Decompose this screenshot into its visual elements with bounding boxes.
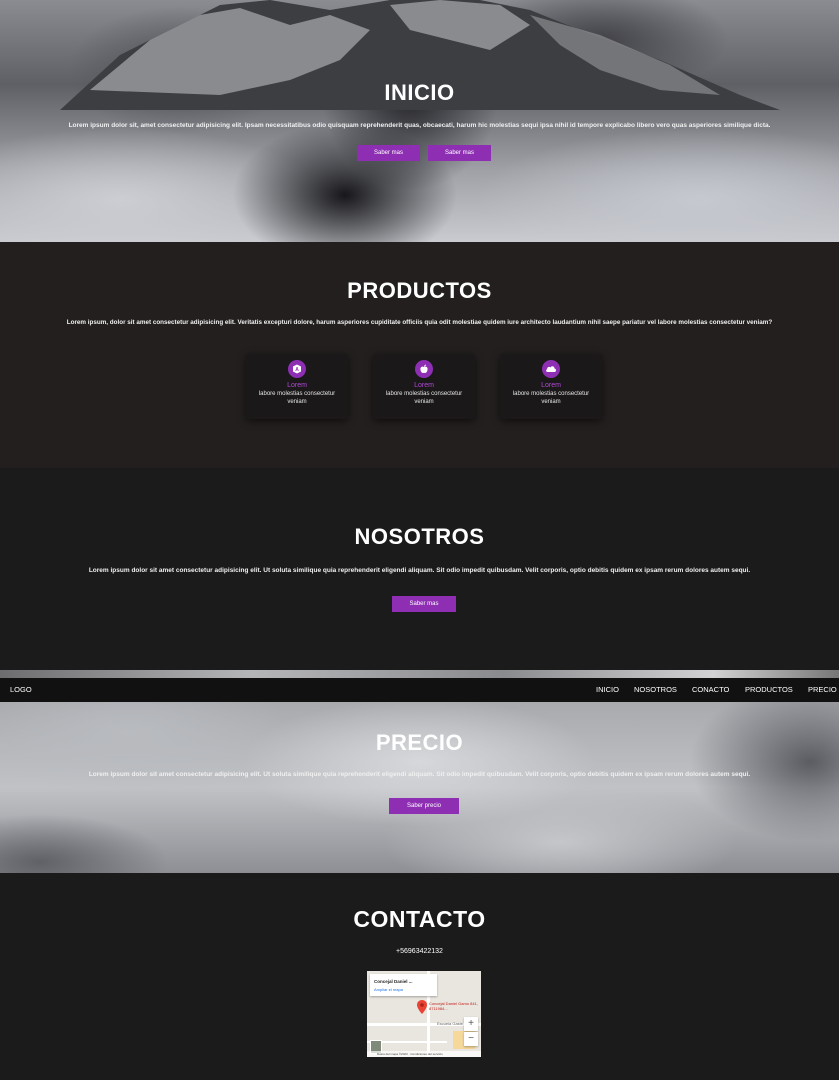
saber-mas-button[interactable]: Saber mas xyxy=(392,596,456,612)
hero-title: INICIO xyxy=(384,80,455,105)
nav-item-inicio[interactable]: INICIO xyxy=(596,685,619,694)
saber-mas-button-1[interactable]: Saber mas xyxy=(357,145,420,161)
productos-section: PRODUCTOS Lorem ipsum, dolor sit amet co… xyxy=(0,242,839,468)
nosotros-description: Lorem ipsum dolor sit amet consectetur a… xyxy=(88,567,751,574)
phone-number: +56963422132 xyxy=(396,948,443,955)
product-card-text: labore molestias consectetur veniam xyxy=(385,391,463,405)
productos-title: PRODUCTOS xyxy=(347,278,492,303)
product-card-android[interactable]: A Lorem labore molestias consectetur ven… xyxy=(246,354,348,419)
map-pin-icon xyxy=(417,1000,427,1014)
nav-item-precio[interactable]: PRECIO xyxy=(808,685,837,694)
product-card-cloud[interactable]: Lorem labore molestias consectetur venia… xyxy=(500,354,602,419)
navbar: LOGO INICIO NOSOTROS CONACTO PRODUCTOS P… xyxy=(0,678,839,702)
product-card-title: Lorem xyxy=(287,382,307,389)
navbar-image-strip xyxy=(0,670,839,678)
map-footer: Datos del mapa ©2023 · Condiciones del s… xyxy=(367,1051,481,1057)
saber-precio-button[interactable]: Saber precio xyxy=(389,798,459,814)
apple-icon xyxy=(415,360,433,378)
product-card-title: Lorem xyxy=(541,382,561,389)
map-info-card: Concejal Daniel ... Ampliar el mapa xyxy=(370,974,437,996)
product-card-text: labore molestias consectetur veniam xyxy=(512,391,590,405)
precio-description: Lorem ipsum dolor sit amet consectetur a… xyxy=(88,771,751,778)
logo[interactable]: LOGO xyxy=(10,685,32,694)
precio-title: PRECIO xyxy=(375,730,464,755)
map-street-label: Escuela Gaste xyxy=(437,1021,464,1026)
hero-description: Lorem ipsum dolor sit, amet consectetur … xyxy=(68,122,771,129)
map-enlarge-link[interactable]: Ampliar el mapa xyxy=(374,987,403,992)
product-card-title: Lorem xyxy=(414,382,434,389)
map-zoom-in-button[interactable]: + xyxy=(464,1017,478,1031)
nav-item-nosotros[interactable]: NOSOTROS xyxy=(634,685,677,694)
map-place-name: Concejal Daniel ... xyxy=(374,979,413,984)
svg-text:A: A xyxy=(295,367,299,373)
map-zoom-out-button[interactable]: − xyxy=(464,1032,478,1046)
nav-item-productos[interactable]: PRODUCTOS xyxy=(745,685,793,694)
nav-item-contacto[interactable]: CONACTO xyxy=(692,685,729,694)
contacto-title: CONTACTO xyxy=(353,906,486,932)
precio-section: PRECIO Lorem ipsum dolor sit amet consec… xyxy=(0,702,839,873)
embedded-map[interactable]: Concejal Daniel ... Ampliar el mapa Conc… xyxy=(367,971,481,1057)
product-card-apple[interactable]: Lorem labore molestias consectetur venia… xyxy=(373,354,475,419)
saber-mas-button-2[interactable]: Saber mas xyxy=(428,145,491,161)
android-icon: A xyxy=(288,360,306,378)
productos-description: Lorem ipsum, dolor sit amet consectetur … xyxy=(66,319,773,326)
product-card-text: labore molestias consectetur veniam xyxy=(258,391,336,405)
hero-section: INICIO Lorem ipsum dolor sit, amet conse… xyxy=(0,0,839,242)
nosotros-section: NOSOTROS Lorem ipsum dolor sit amet cons… xyxy=(0,468,839,670)
cloud-icon xyxy=(542,360,560,378)
contacto-section: CONTACTO +56963422132 Concejal Daniel ..… xyxy=(0,873,839,1080)
map-pin-label: Concejal Daniel Gamo 841, 8711984... xyxy=(429,1001,478,1011)
nosotros-title: NOSOTROS xyxy=(354,524,485,549)
